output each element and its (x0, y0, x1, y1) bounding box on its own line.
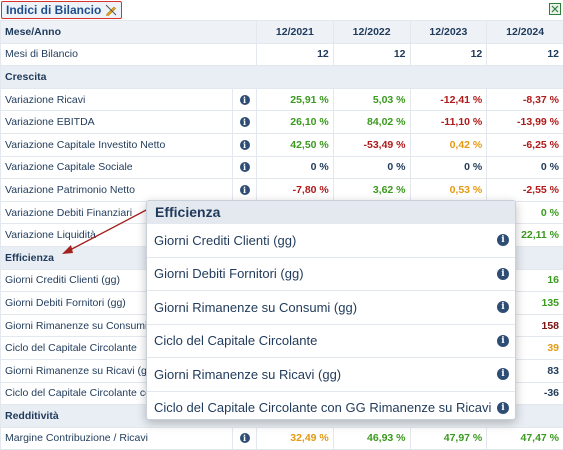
value-cell: 0 % (333, 156, 410, 179)
popup-item[interactable]: Giorni Crediti Clienti (gg) i (147, 224, 515, 258)
table-row: Variazione Ricavi i 25,91 %5,03 %-12,41 %-… (1, 88, 563, 111)
page-title-box[interactable]: Indici di Bilancio (1, 1, 122, 19)
value-cell: -2,55 % (487, 179, 563, 202)
row-label: Margine Contribuzione / Ricavi (1, 427, 233, 450)
months-row: Mesi di Bilancio 12 12 12 12 (1, 43, 563, 66)
info-icon[interactable]: i (240, 162, 250, 172)
months-value: 12 (410, 43, 487, 66)
info-icon[interactable]: i (497, 368, 509, 380)
popup-item[interactable]: Giorni Debiti Fornitori (gg) i (147, 258, 515, 292)
info-icon[interactable]: i (497, 268, 509, 280)
info-icon[interactable]: i (240, 117, 250, 127)
value-cell: 26,10 % (257, 111, 334, 134)
value-cell: -6,25 % (487, 133, 563, 156)
popup-item[interactable]: Giorni Rimanenze su Ricavi (gg) i (147, 358, 515, 392)
value-cell: -11,10 % (410, 111, 487, 134)
efficienza-popup: Efficienza Giorni Crediti Clienti (gg)iG… (146, 200, 516, 420)
value-cell: -8,37 % (487, 88, 563, 111)
section-title: Crescita (1, 66, 563, 89)
popup-item-label: Giorni Rimanenze su Consumi (gg) (154, 300, 357, 315)
table-row: Variazione Capitale Investito Netto i 42,5… (1, 133, 563, 156)
header-label: Mese/Anno (1, 21, 257, 44)
info-icon[interactable]: i (240, 185, 250, 195)
value-cell: -12,41 % (410, 88, 487, 111)
table-row: Variazione Patrimonio Netto i -7,80 %3,62 … (1, 179, 563, 202)
year-header[interactable]: 12/2021 (257, 21, 334, 44)
value-cell: 0 % (257, 156, 334, 179)
value-cell: 32,49 % (257, 427, 334, 450)
value-cell: -13,99 % (487, 111, 563, 134)
value-cell: 47,97 % (410, 427, 487, 450)
value-cell: -7,80 % (257, 179, 334, 202)
info-icon[interactable]: i (497, 335, 509, 347)
year-header[interactable]: 12/2024 (487, 21, 563, 44)
value-cell: 47,47 % (487, 427, 563, 450)
months-value: 12 (333, 43, 410, 66)
value-cell: 0,53 % (410, 179, 487, 202)
section-row: Crescita (1, 66, 563, 89)
info-cell: i (233, 156, 257, 179)
value-cell: 0 % (410, 156, 487, 179)
popup-item-label: Giorni Rimanenze su Ricavi (gg) (154, 367, 341, 382)
header-bar: Indici di Bilancio (0, 0, 563, 20)
year-header[interactable]: 12/2022 (333, 21, 410, 44)
info-cell: i (233, 427, 257, 450)
page-title: Indici di Bilancio (6, 3, 101, 17)
info-icon[interactable]: i (240, 95, 250, 105)
popup-item[interactable]: Ciclo del Capitale Circolante con GG Rim… (147, 392, 515, 425)
row-label: Variazione Patrimonio Netto (1, 179, 233, 202)
value-cell: 0 % (487, 156, 563, 179)
info-icon[interactable]: i (240, 140, 250, 150)
months-value: 12 (487, 43, 563, 66)
value-cell: 25,91 % (257, 88, 334, 111)
info-cell: i (233, 179, 257, 202)
popup-item[interactable]: Ciclo del Capitale Circolante i (147, 325, 515, 359)
popup-item-label: Ciclo del Capitale Circolante (154, 333, 317, 348)
value-cell: 84,02 % (333, 111, 410, 134)
info-icon[interactable]: i (497, 402, 509, 414)
months-value: 12 (257, 43, 334, 66)
popup-item-label: Giorni Crediti Clienti (gg) (154, 233, 296, 248)
months-label: Mesi di Bilancio (1, 43, 257, 66)
excel-export-icon[interactable] (549, 3, 561, 15)
info-icon[interactable]: i (497, 301, 509, 313)
value-cell: -53,49 % (333, 133, 410, 156)
info-cell: i (233, 88, 257, 111)
table-row: Variazione Capitale Socialei0 %0 %0 %0 % (1, 156, 563, 179)
row-label: Variazione EBITDA (1, 111, 233, 134)
info-icon[interactable]: i (497, 234, 509, 246)
table-row: Margine Contribuzione / Ricavii32,49 %46… (1, 427, 563, 450)
value-cell: 3,62 % (333, 179, 410, 202)
info-cell: i (233, 111, 257, 134)
row-label: Variazione Capitale Sociale (1, 156, 233, 179)
info-cell: i (233, 133, 257, 156)
popup-item-label: Giorni Debiti Fornitori (gg) (154, 266, 304, 281)
table-row: Variazione EBITDA i 26,10 %84,02 %-11,10 %… (1, 111, 563, 134)
value-cell: 42,50 % (257, 133, 334, 156)
year-header[interactable]: 12/2023 (410, 21, 487, 44)
popup-title: Efficienza (147, 201, 515, 224)
value-cell: 46,93 % (333, 427, 410, 450)
value-cell: 5,03 % (333, 88, 410, 111)
popup-item-label: Ciclo del Capitale Circolante con GG Rim… (154, 400, 491, 415)
row-label: Variazione Ricavi (1, 88, 233, 111)
edit-link-icon (105, 4, 117, 16)
popup-item[interactable]: Giorni Rimanenze su Consumi (gg) i (147, 291, 515, 325)
value-cell: 0,42 % (410, 133, 487, 156)
row-label: Variazione Capitale Investito Netto (1, 133, 233, 156)
table-header-row: Mese/Anno 12/2021 12/2022 12/2023 12/202… (1, 21, 563, 44)
